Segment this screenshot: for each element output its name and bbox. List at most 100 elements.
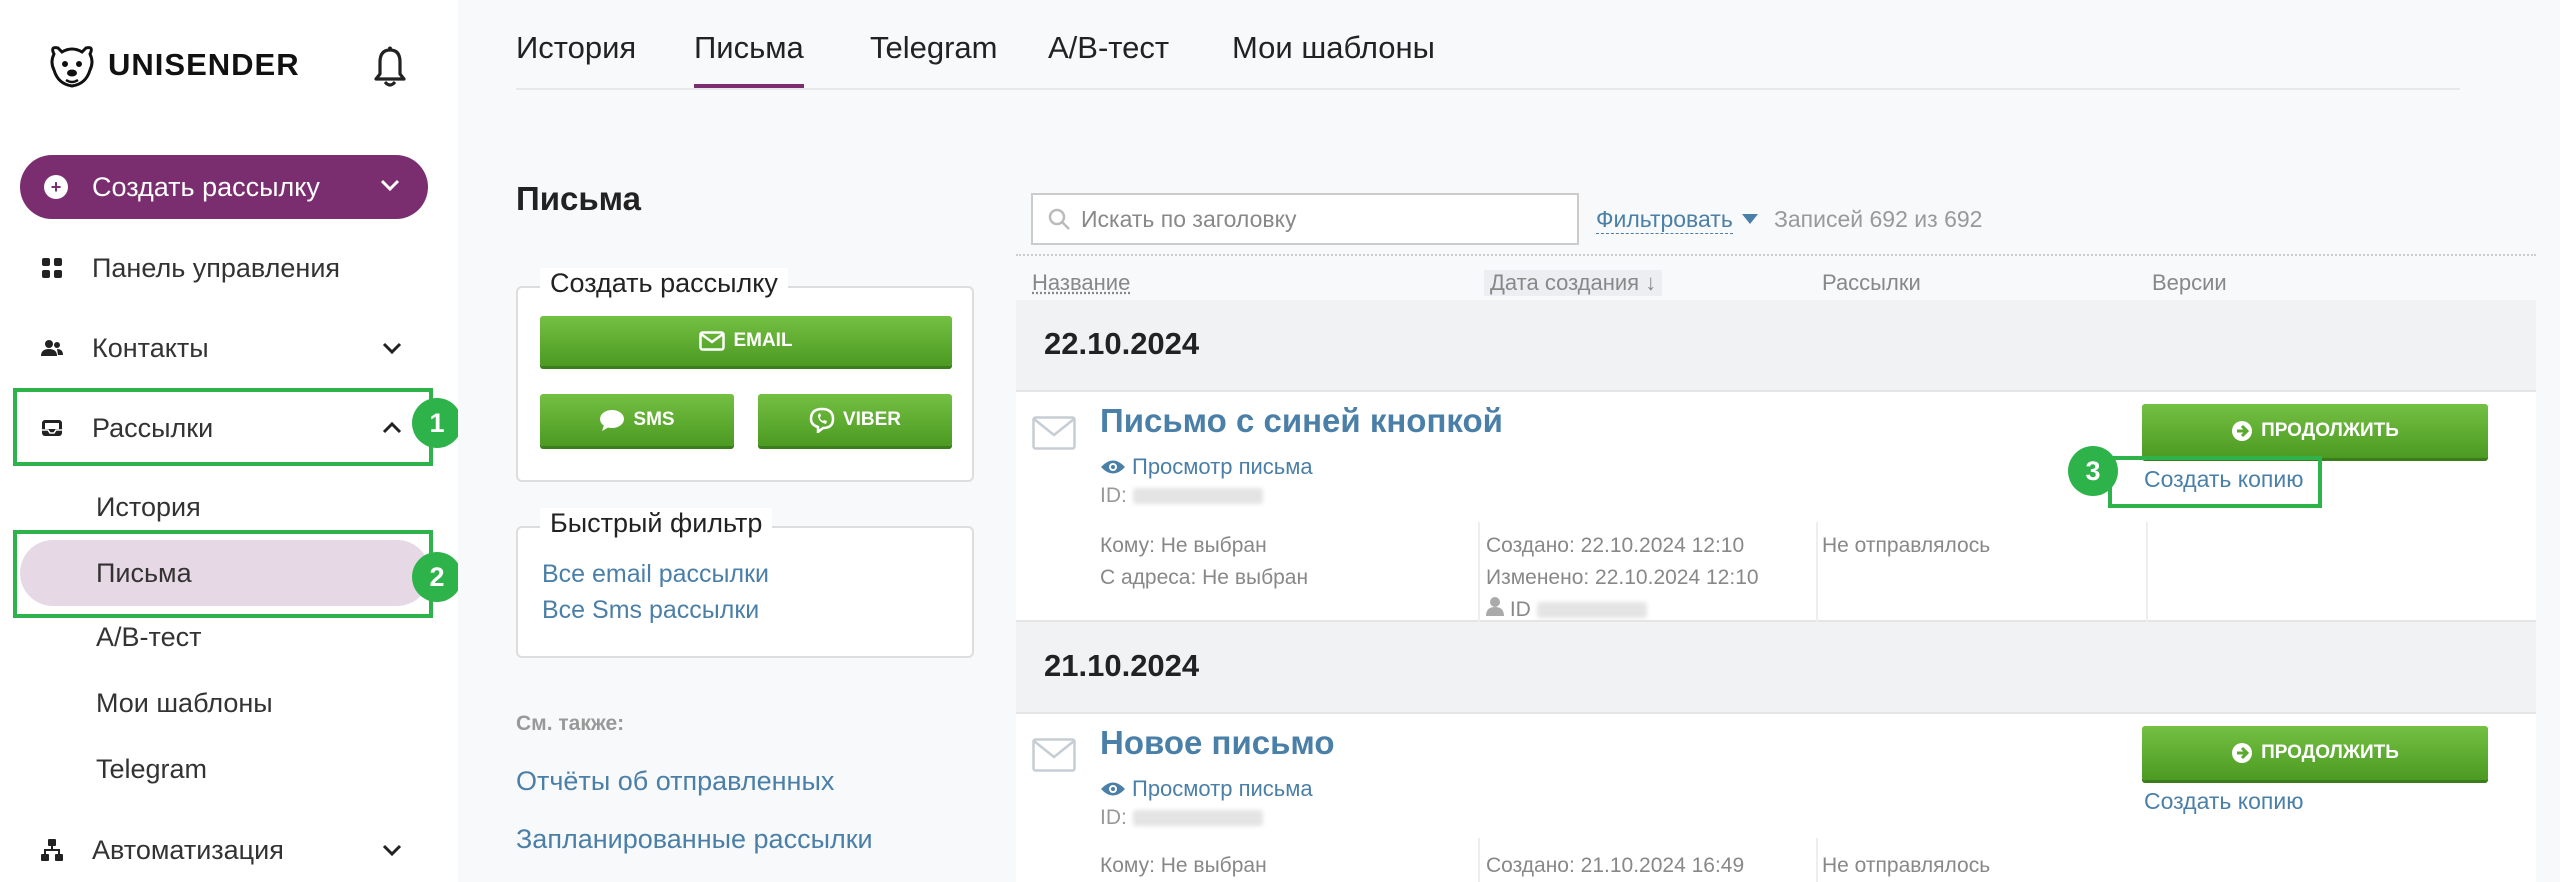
sidebar-item-label: Контакты	[92, 332, 209, 363]
sidebar: UNISENDER + Создать рассылку Панель упра…	[0, 0, 462, 882]
filter-all-sms-link[interactable]: Все Sms рассылки	[542, 596, 759, 625]
preview-link[interactable]: Просмотр письма	[1100, 454, 1313, 480]
column-name[interactable]: Название	[1032, 270, 1130, 296]
divider	[1478, 522, 1480, 622]
date-info: Создано: 22.10.2024 12:10 Изменено: 22.1…	[1486, 530, 1759, 626]
sidebar-item-contacts[interactable]: Контакты	[0, 318, 458, 378]
subitem-ab-test[interactable]: A/B-тест	[96, 622, 201, 653]
eye-icon	[1101, 460, 1125, 474]
create-box-legend: Создать рассылку	[540, 268, 788, 299]
viber-icon	[809, 407, 835, 433]
tab-letters[interactable]: Письма	[694, 30, 804, 66]
bell-icon[interactable]	[372, 46, 408, 88]
scheduled-campaigns-link[interactable]: Запланированные рассылки	[516, 824, 873, 855]
chevron-down-icon	[380, 179, 400, 192]
tab-ab-test[interactable]: A/B-тест	[1048, 30, 1169, 66]
date-group-header: 21.10.2024	[1016, 622, 2536, 714]
preview-label: Просмотр письма	[1132, 776, 1313, 801]
send-status: Не отправлялось	[1822, 534, 1991, 557]
column-created[interactable]: Дата создания ↓	[1484, 270, 1663, 296]
caret-down-icon[interactable]	[1742, 214, 1758, 224]
continue-label: ПРОДОЛЖИТЬ	[2261, 420, 2399, 441]
divider	[1816, 522, 1818, 622]
continue-button[interactable]: ПРОДОЛЖИТЬ	[2142, 726, 2488, 780]
chat-bubble-icon	[600, 410, 625, 431]
column-campaigns: Рассылки	[1822, 270, 1921, 295]
list-header: Название Дата создания ↓ Рассылки Версии	[1016, 254, 2536, 302]
letter-row: Новое письмо Просмотр письма ID: Кому: Н…	[1016, 714, 2536, 882]
filter-all-email-link[interactable]: Все email рассылки	[542, 560, 769, 589]
annotation-badge-1: 1	[412, 398, 462, 448]
contacts-icon	[41, 340, 63, 356]
created-date: Создано: 22.10.2024 12:10	[1486, 534, 1745, 557]
continue-label: ПРОДОЛЖИТЬ	[2261, 742, 2399, 763]
sidebar-item-dashboard[interactable]: Панель управления	[0, 238, 458, 298]
quick-filter-legend: Быстрый фильтр	[540, 508, 773, 539]
subitem-telegram[interactable]: Telegram	[96, 754, 207, 785]
create-sms-button[interactable]: SMS	[540, 394, 734, 446]
sidebar-item-automation[interactable]: Автоматизация	[0, 820, 458, 880]
create-campaign-label: Создать рассылку	[92, 171, 320, 202]
plus-icon: +	[44, 175, 68, 199]
divider	[1478, 838, 1480, 882]
annotation-badge-3: 3	[2068, 446, 2118, 496]
filter-toggle[interactable]: Фильтровать	[1596, 206, 1733, 234]
annotation-badge-2: 2	[412, 552, 462, 602]
sender-from: С адреса: Не выбран	[1100, 566, 1309, 589]
user-icon	[1486, 597, 1504, 616]
arrow-circle-right-icon	[2232, 421, 2253, 441]
modified-date: Изменено: 22.10.2024 12:10	[1486, 566, 1759, 589]
dog-logo-icon	[50, 46, 94, 88]
envelope-icon	[699, 331, 726, 351]
main-content: История Письма Telegram A/B-тест Мои шаб…	[458, 0, 2560, 882]
annotation-box-1	[13, 388, 433, 466]
letter-id: ID:	[1100, 484, 1263, 508]
arrow-circle-right-icon	[2232, 743, 2253, 763]
search-input[interactable]: Искать по заголовку	[1031, 193, 1579, 245]
sent-reports-link[interactable]: Отчёты об отправленных	[516, 766, 834, 797]
send-status: Не отправлялось	[1822, 854, 1991, 877]
preview-link[interactable]: Просмотр письма	[1100, 776, 1313, 802]
date-group-header: 22.10.2024	[1016, 300, 2536, 392]
envelope-icon	[1032, 416, 1076, 450]
sidebar-item-label: Автоматизация	[92, 834, 284, 865]
sidebar-item-label: Панель управления	[92, 252, 341, 283]
create-email-button[interactable]: EMAIL	[540, 316, 952, 366]
see-also-label: См. также:	[516, 712, 625, 735]
tab-telegram[interactable]: Telegram	[870, 30, 998, 66]
eye-icon	[1101, 782, 1125, 796]
divider	[2146, 522, 2148, 622]
tab-templates[interactable]: Мои шаблоны	[1232, 30, 1435, 66]
quick-filter-box: Быстрый фильтр Все email рассылки Все Sm…	[516, 508, 974, 658]
divider	[1816, 838, 1818, 882]
recipient-to: Кому: Не выбран	[1100, 854, 1267, 877]
search-icon	[1048, 208, 1070, 230]
email-label: EMAIL	[733, 330, 793, 351]
page-title: Письма	[516, 180, 641, 217]
created-date: Создано: 21.10.2024 16:49	[1486, 854, 1745, 877]
viber-label: VIBER	[842, 409, 902, 430]
continue-button[interactable]: ПРОДОЛЖИТЬ	[2142, 404, 2488, 458]
subitem-templates[interactable]: Мои шаблоны	[96, 688, 273, 719]
envelope-icon	[1032, 738, 1076, 772]
logo[interactable]: UNISENDER	[46, 38, 300, 92]
create-campaign-button[interactable]: + Создать рассылку	[20, 155, 428, 219]
search-placeholder: Искать по заголовку	[1081, 205, 1297, 232]
sms-label: SMS	[633, 409, 675, 430]
annotation-box-2	[13, 530, 433, 618]
chevron-down-icon	[382, 844, 402, 857]
recipient-info: Кому: Не выбран С адреса: Не выбран	[1100, 530, 1308, 594]
active-tab-underline	[694, 84, 804, 88]
create-campaign-box: Создать рассылку EMAIL SMS VIBER	[516, 268, 974, 482]
letter-title[interactable]: Новое письмо	[1100, 724, 1335, 762]
annotation-box-3	[2108, 456, 2322, 508]
create-viber-button[interactable]: VIBER	[758, 394, 952, 446]
tab-bar: История Письма Telegram A/B-тест Мои шаб…	[516, 0, 2460, 90]
records-count: Записей 692 из 692	[1774, 206, 1983, 232]
tab-history[interactable]: История	[516, 30, 636, 66]
create-copy-link[interactable]: Создать копию	[2144, 788, 2303, 815]
logo-text: UNISENDER	[108, 47, 300, 82]
subitem-history[interactable]: История	[96, 492, 201, 523]
letter-title[interactable]: Письмо с синей кнопкой	[1100, 402, 1503, 440]
letter-id: ID:	[1100, 806, 1263, 830]
